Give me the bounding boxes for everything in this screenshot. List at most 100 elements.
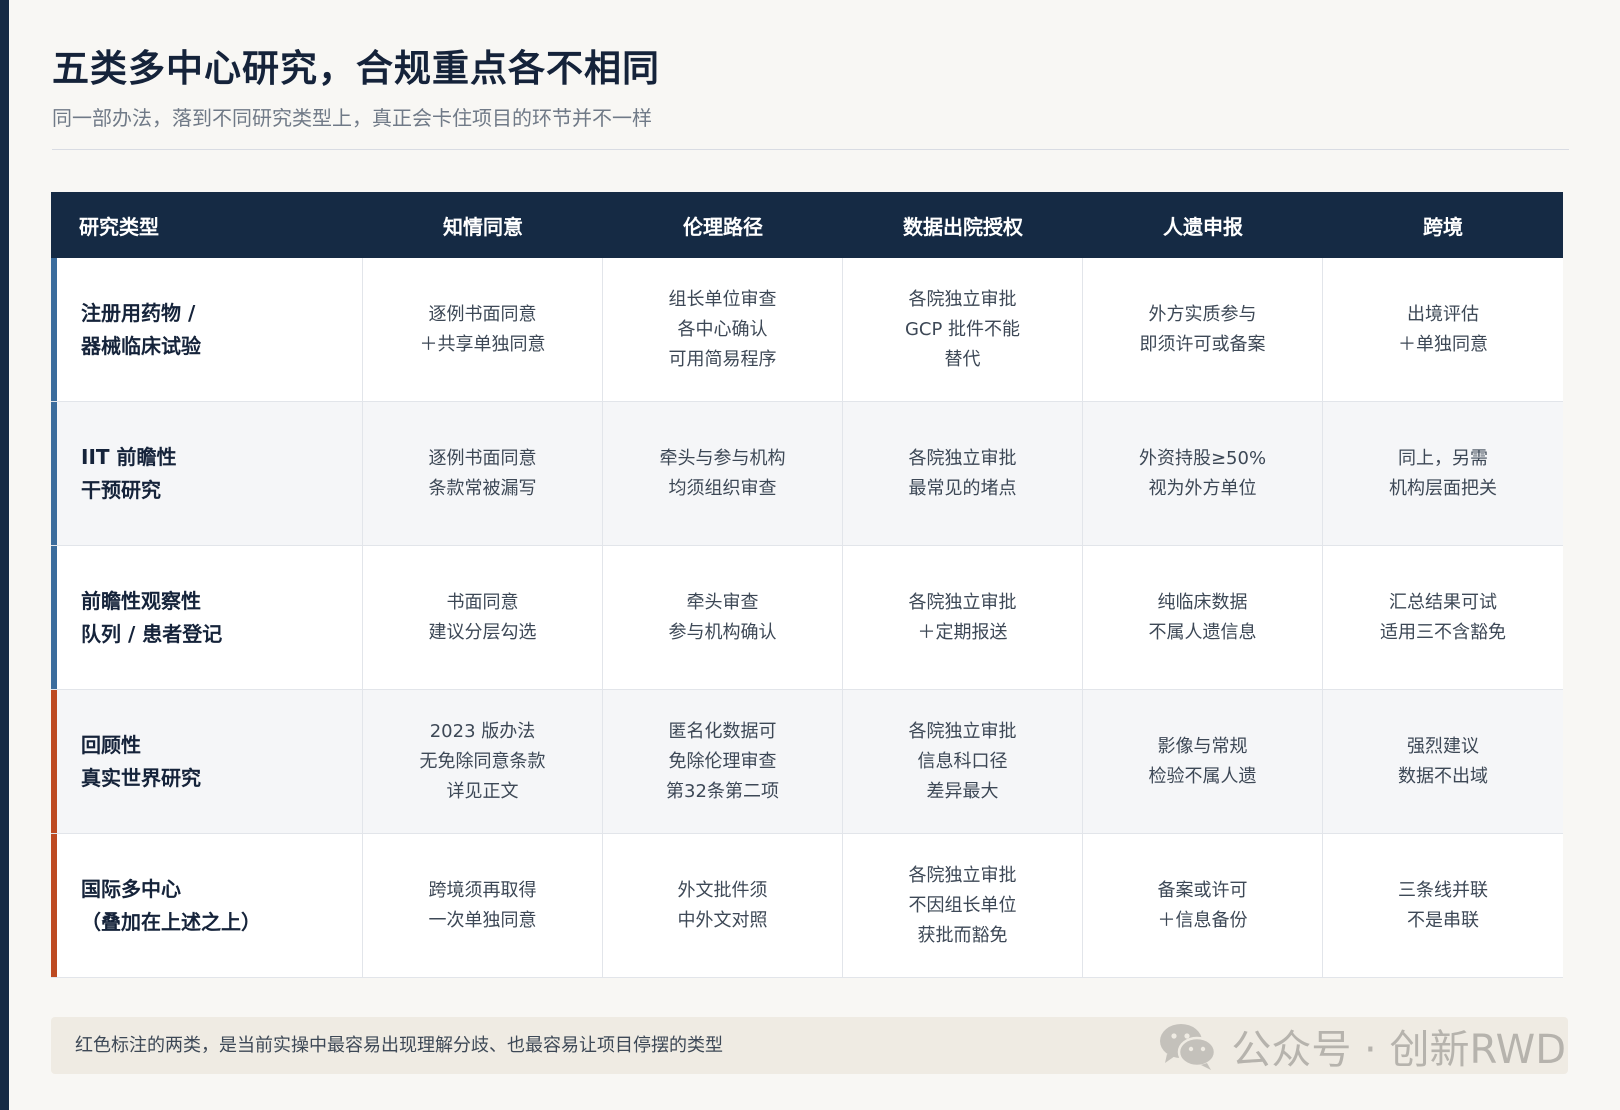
cell-line: 汇总结果可试 bbox=[1389, 591, 1497, 613]
cell-cross-border: 同上，另需 机构层面把关 bbox=[1323, 402, 1563, 545]
cell-line: 适用三不含豁免 bbox=[1380, 621, 1506, 643]
cell-ethics-path: 牵头审查 参与机构确认 bbox=[603, 546, 843, 689]
header-study-type: 研究类型 bbox=[79, 214, 159, 239]
cell-line: 无免除同意条款 bbox=[419, 750, 546, 772]
cell-line: 检验不属人遗 bbox=[1148, 765, 1257, 787]
cell-line: 备案或许可 bbox=[1157, 879, 1248, 901]
cell-line: ＋单独同意 bbox=[1398, 333, 1488, 355]
page-title: 五类多中心研究，合规重点各不相同 bbox=[52, 47, 660, 90]
cell-line: 三条线并联 bbox=[1398, 879, 1488, 901]
row-label-line: 国际多中心 bbox=[81, 876, 181, 901]
header-informed-consent: 知情同意 bbox=[443, 214, 523, 239]
cell-genetic-resources: 外方实质参与 即须许可或备案 bbox=[1083, 258, 1323, 401]
row-label-line: 注册用药物 / bbox=[81, 300, 196, 325]
cell-line: 外方实质参与 bbox=[1148, 303, 1257, 325]
cell-informed-consent: 书面同意 建议分层勾选 bbox=[363, 546, 603, 689]
cell-line: ＋信息备份 bbox=[1157, 909, 1248, 931]
wechat-icon bbox=[1157, 1021, 1219, 1071]
page-subtitle: 同一部办法，落到不同研究类型上，真正会卡住项目的环节并不一样 bbox=[52, 106, 652, 130]
row-study-type: 国际多中心 （叠加在上述之上） bbox=[51, 834, 363, 977]
cell-line: 差异最大 bbox=[926, 780, 999, 802]
divider bbox=[52, 149, 1569, 150]
cell-line: 书面同意 bbox=[446, 591, 519, 613]
row-study-type: 注册用药物 / 器械临床试验 bbox=[51, 258, 363, 401]
row-study-type: IIT 前瞻性 干预研究 bbox=[51, 402, 363, 545]
table-row: 前瞻性观察性 队列 / 患者登记 书面同意 建议分层勾选 牵头审查 参与机构确认… bbox=[51, 546, 1563, 690]
cell-line: 数据不出域 bbox=[1398, 765, 1488, 787]
cell-line: 外文批件须 bbox=[677, 879, 768, 901]
cell-line: 视为外方单位 bbox=[1148, 477, 1257, 499]
cell-line: 牵头与参与机构 bbox=[659, 447, 786, 469]
comparison-table: 研究类型 知情同意 伦理路径 数据出院授权 人遗申报 跨境 注册用药物 / 器械… bbox=[51, 192, 1563, 978]
row-label-line: 前瞻性观察性 bbox=[81, 588, 201, 613]
cell-cross-border: 强烈建议 数据不出域 bbox=[1323, 690, 1563, 833]
cell-cross-border: 出境评估 ＋单独同意 bbox=[1323, 258, 1563, 401]
cell-ethics-path: 匿名化数据可 免除伦理审查 第32条第二项 bbox=[603, 690, 843, 833]
header-cross-border: 跨境 bbox=[1423, 214, 1463, 239]
cell-data-authorization: 各院独立审批 GCP 批件不能 替代 bbox=[843, 258, 1083, 401]
cell-line: 牵头审查 bbox=[686, 591, 759, 613]
row-label-line: IIT 前瞻性 bbox=[81, 444, 177, 469]
footer-note: 红色标注的两类，是当前实操中最容易出现理解分歧、也最容易让项目停摆的类型 bbox=[75, 1035, 723, 1056]
cell-genetic-resources: 外资持股≥50% 视为外方单位 bbox=[1083, 402, 1323, 545]
cell-line: 各院独立审批 bbox=[908, 288, 1017, 310]
cell-line: 不是串联 bbox=[1407, 909, 1479, 931]
cell-line: 详见正文 bbox=[446, 780, 519, 802]
row-label-line: 干预研究 bbox=[81, 477, 161, 502]
cell-line: 各院独立审批 bbox=[908, 720, 1017, 742]
cell-genetic-resources: 纯临床数据 不属人遗信息 bbox=[1083, 546, 1323, 689]
cell-line: 纯临床数据 bbox=[1157, 591, 1248, 613]
header-ethics-path: 伦理路径 bbox=[683, 214, 763, 239]
cell-line: 参与机构确认 bbox=[668, 621, 777, 643]
cell-informed-consent: 跨境须再取得 一次单独同意 bbox=[363, 834, 603, 977]
cell-line: 获批而豁免 bbox=[917, 924, 1008, 946]
cell-line: 条款常被漏写 bbox=[428, 477, 537, 499]
cell-data-authorization: 各院独立审批 不因组长单位 获批而豁免 bbox=[843, 834, 1083, 977]
cell-line: ＋共享单独同意 bbox=[419, 333, 546, 355]
cell-line: 机构层面把关 bbox=[1389, 477, 1497, 499]
cell-line: 各中心确认 bbox=[677, 318, 768, 340]
left-accent-bar bbox=[0, 0, 9, 1110]
row-label-line: 真实世界研究 bbox=[81, 765, 201, 790]
cell-line: 2023 版办法 bbox=[429, 720, 536, 742]
cell-line: 影像与常规 bbox=[1157, 735, 1248, 757]
cell-informed-consent: 2023 版办法 无免除同意条款 详见正文 bbox=[363, 690, 603, 833]
cell-informed-consent: 逐例书面同意 条款常被漏写 bbox=[363, 402, 603, 545]
row-study-type: 回顾性 真实世界研究 bbox=[51, 690, 363, 833]
header-data-authorization: 数据出院授权 bbox=[903, 214, 1023, 239]
row-label-line: 队列 / 患者登记 bbox=[81, 621, 223, 646]
cell-line: 均须组织审查 bbox=[668, 477, 777, 499]
cell-ethics-path: 外文批件须 中外文对照 bbox=[603, 834, 843, 977]
cell-line: 替代 bbox=[944, 348, 981, 370]
row-label-line: （叠加在上述之上） bbox=[81, 909, 261, 934]
cell-line: 组长单位审查 bbox=[668, 288, 777, 310]
cell-ethics-path: 牵头与参与机构 均须组织审查 bbox=[603, 402, 843, 545]
cell-line: 强烈建议 bbox=[1407, 735, 1479, 757]
cell-line: 外资持股≥50% bbox=[1138, 447, 1267, 469]
cell-line: 第32条第二项 bbox=[666, 780, 779, 802]
table-row: 国际多中心 （叠加在上述之上） 跨境须再取得 一次单独同意 外文批件须 中外文对… bbox=[51, 834, 1563, 978]
cell-line: 免除伦理审查 bbox=[668, 750, 777, 772]
cell-line: GCP 批件不能 bbox=[904, 318, 1021, 340]
watermark-text: 公众号 · 创新RWD bbox=[1231, 1027, 1566, 1073]
cell-line: ＋定期报送 bbox=[917, 621, 1008, 643]
cell-line: 最常见的堵点 bbox=[908, 477, 1017, 499]
row-label-line: 器械临床试验 bbox=[81, 333, 201, 358]
row-label-line: 回顾性 bbox=[81, 732, 141, 757]
row-study-type: 前瞻性观察性 队列 / 患者登记 bbox=[51, 546, 363, 689]
cell-line: 不因组长单位 bbox=[908, 894, 1017, 916]
cell-line: 各院独立审批 bbox=[908, 447, 1017, 469]
cell-line: 一次单独同意 bbox=[428, 909, 537, 931]
cell-data-authorization: 各院独立审批 ＋定期报送 bbox=[843, 546, 1083, 689]
cell-line: 各院独立审批 bbox=[908, 864, 1017, 886]
cell-line: 出境评估 bbox=[1407, 303, 1479, 325]
cell-line: 信息科口径 bbox=[917, 750, 1008, 772]
cell-line: 同上，另需 bbox=[1398, 447, 1488, 469]
cell-line: 不属人遗信息 bbox=[1148, 621, 1257, 643]
footer-note-box: 红色标注的两类，是当前实操中最容易出现理解分歧、也最容易让项目停摆的类型 公众号… bbox=[51, 1017, 1568, 1074]
cell-line: 中外文对照 bbox=[677, 909, 768, 931]
cell-line: 匿名化数据可 bbox=[668, 720, 777, 742]
header-genetic-resources: 人遗申报 bbox=[1163, 214, 1243, 239]
table-header-row: 研究类型 知情同意 伦理路径 数据出院授权 人遗申报 跨境 bbox=[51, 192, 1563, 258]
cell-data-authorization: 各院独立审批 信息科口径 差异最大 bbox=[843, 690, 1083, 833]
